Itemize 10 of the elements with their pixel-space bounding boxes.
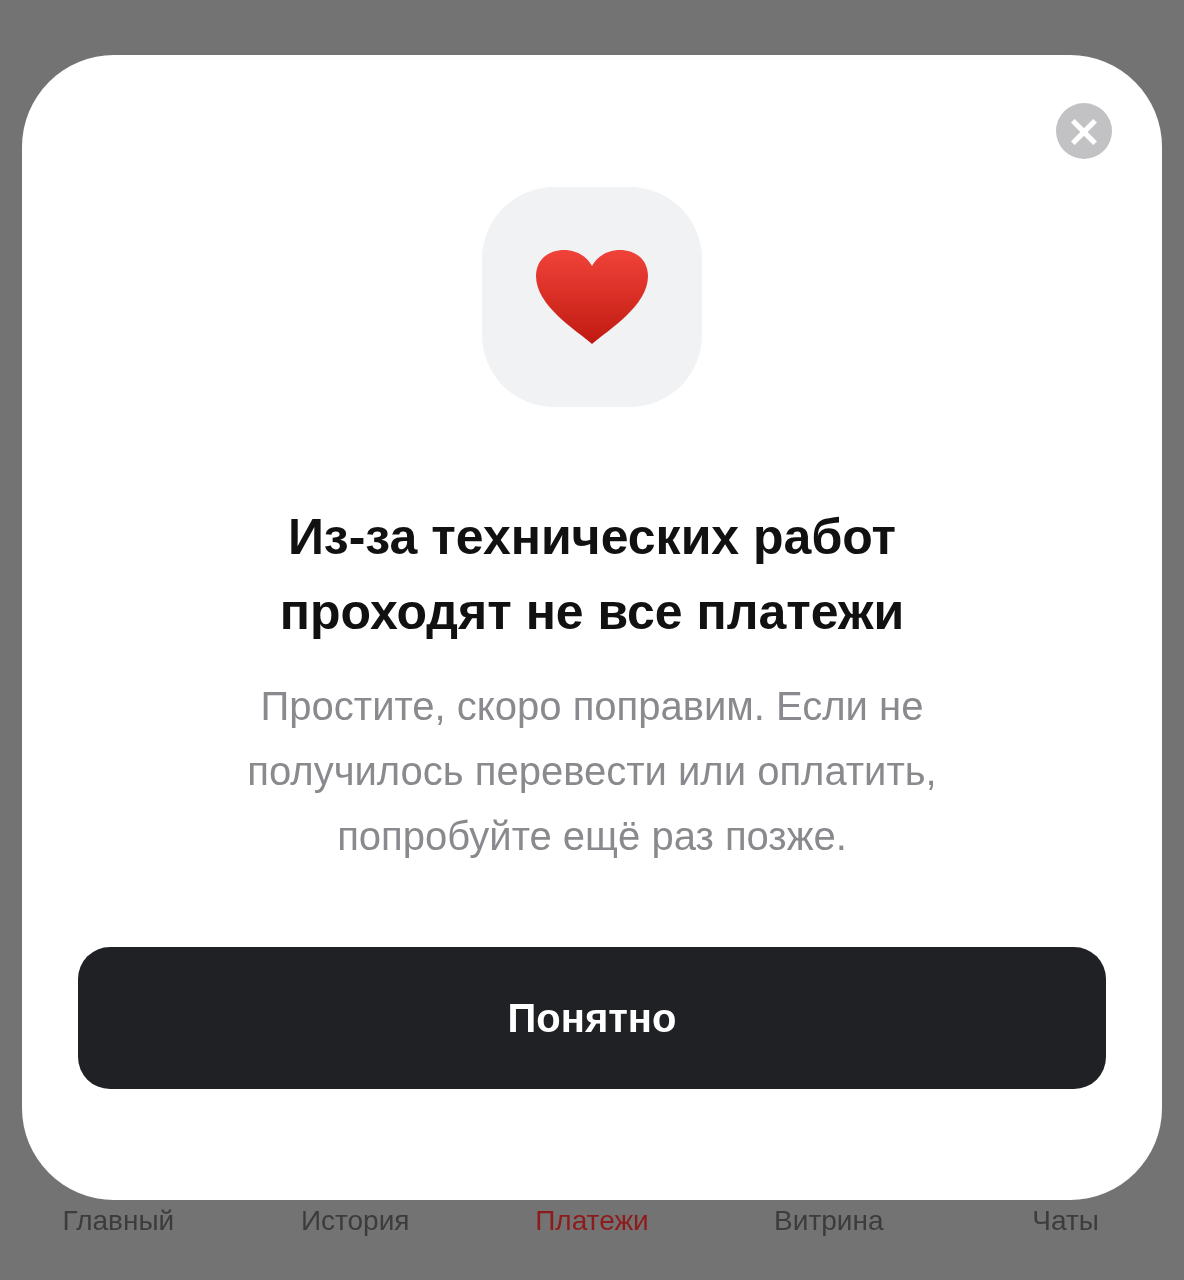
close-button[interactable]: × <box>1056 103 1112 159</box>
tab[interactable]: Чаты <box>947 1204 1184 1238</box>
tab[interactable]: Платежи <box>473 1204 711 1238</box>
dialog-title: Из-за технических работ проходят не все платежи <box>278 508 906 642</box>
tab[interactable]: Главный <box>0 1204 237 1238</box>
dialog-message: Простите, скоро поправим. Если не получилось перевести или оплатить, попробуйте ещё раз позже. <box>246 683 938 860</box>
tab[interactable]: Витрина <box>710 1204 948 1238</box>
heart-icon <box>536 250 648 344</box>
ok-button[interactable]: Понятно <box>78 947 1106 1089</box>
tab[interactable]: История <box>236 1204 474 1238</box>
